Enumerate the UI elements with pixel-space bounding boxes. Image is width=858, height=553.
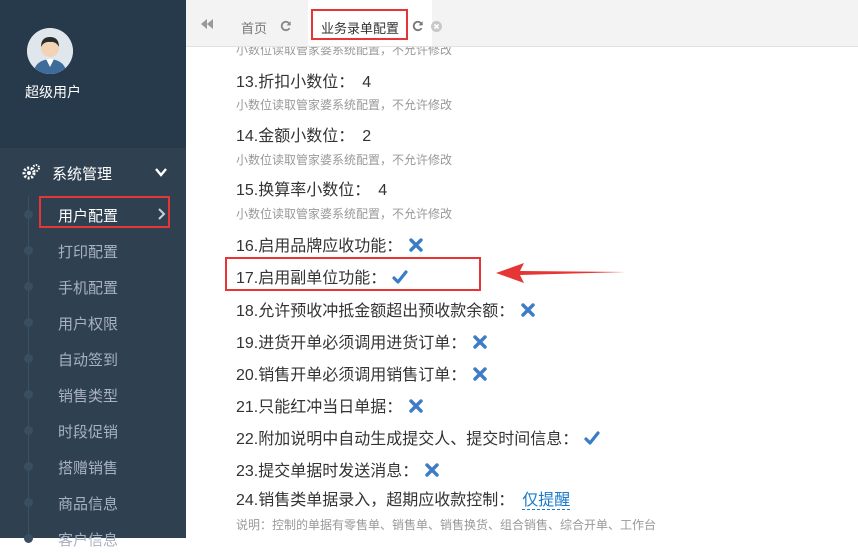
tab-bar: 首页 业务录单配置 — [186, 0, 858, 47]
sidebar-item-time-promotion[interactable]: 时段促销 — [0, 415, 186, 445]
setting-13-discount-decimals: 13.折扣小数位： 4 — [236, 68, 371, 92]
setting-label: 20.销售开单必须调用销售订单： — [236, 367, 467, 384]
setting-label: 15.换算率小数位： — [236, 182, 371, 199]
sidebar-item-auto-checkin[interactable]: 自动签到 — [0, 343, 186, 373]
sidebar-item-label: 搭赠销售 — [58, 460, 119, 477]
sidebar-item-sales-type[interactable]: 销售类型 — [0, 379, 186, 409]
setting-18-prepayment-offset: 18.允许预收冲抵金额超出预收款余额： — [236, 297, 536, 321]
setting-value: 2 — [362, 128, 372, 145]
setting-16-brand-receivable: 16.启用品牌应收功能： — [236, 232, 424, 256]
tab-home[interactable]: 首页 — [224, 0, 296, 46]
highlight-box — [39, 196, 170, 228]
menu-system-management[interactable]: 系统管理 — [0, 156, 186, 188]
tree-dot — [24, 498, 33, 507]
sidebar-item-mobile-config[interactable]: 手机配置 — [0, 271, 186, 301]
setting-label: 24.销售类单据录入，超期应收款控制： — [236, 492, 515, 509]
setting-15-conversion-decimals: 15.换算率小数位： 4 — [236, 176, 387, 200]
setting-label: 21.只能红冲当日单据： — [236, 399, 403, 416]
setting-label: 16.启用品牌应收功能： — [236, 238, 403, 255]
username: 超级用户 — [25, 84, 81, 100]
setting-value: 4 — [378, 182, 388, 199]
tree-dot — [24, 210, 33, 219]
setting-note: 小数位读取管家婆系统配置，不允许修改 — [236, 47, 453, 57]
tree-dot — [24, 426, 33, 435]
sidebar-item-user-permissions[interactable]: 用户权限 — [0, 307, 186, 337]
sidebar-item-label: 时段促销 — [58, 424, 119, 441]
cross-icon[interactable] — [520, 302, 536, 318]
cross-icon[interactable] — [408, 237, 424, 253]
tree-dot — [24, 390, 33, 399]
setting-label: 23.提交单据时发送消息： — [236, 463, 419, 480]
setting-24-overdue-receivable-control: 24.销售类单据录入，超期应收款控制： 仅提醒 — [236, 486, 571, 510]
setting-note: 小数位读取管家婆系统配置，不允许修改 — [236, 98, 453, 112]
setting-note: 说明：控制的单据有零售单、销售单、销售换货、组合销售、综合开单、工作台 — [236, 518, 657, 532]
menu-section-label: 系统管理 — [52, 166, 113, 183]
highlight-box — [311, 9, 408, 40]
sidebar-item-product-info[interactable]: 商品信息 — [0, 487, 186, 517]
tree-dot — [24, 246, 33, 255]
sidebar: 超级用户 系统管理 用户配置 打印配置 手机配置 用户权限 自动签到 销售类型 … — [0, 0, 186, 549]
check-icon[interactable] — [584, 430, 600, 446]
red-arrow-annotation — [496, 263, 626, 283]
tree-dot — [24, 462, 33, 471]
sidebar-item-customer-info[interactable]: 客户信息 — [0, 523, 186, 553]
setting-22-auto-submitter-info: 22.附加说明中自动生成提交人、提交时间信息： — [236, 425, 600, 449]
avatar[interactable] — [27, 28, 73, 74]
cross-icon[interactable] — [424, 462, 440, 478]
setting-value: 4 — [362, 74, 372, 91]
sidebar-item-print-config[interactable]: 打印配置 — [0, 235, 186, 265]
sidebar-item-label: 客户信息 — [58, 532, 119, 549]
user-profile: 超级用户 — [0, 0, 186, 148]
setting-note: 小数位读取管家婆系统配置，不允许修改 — [236, 207, 453, 221]
highlight-box — [225, 257, 481, 291]
setting-label: 19.进货开单必须调用进货订单： — [236, 335, 467, 352]
sidebar-item-label: 用户权限 — [58, 316, 119, 333]
chevron-down-icon — [155, 168, 167, 177]
cross-icon[interactable] — [472, 334, 488, 350]
tree-dot — [24, 318, 33, 327]
cross-icon[interactable] — [408, 398, 424, 414]
setting-label: 18.允许预收冲抵金额超出预收款余额： — [236, 303, 515, 320]
sidebar-item-label: 打印配置 — [58, 244, 119, 261]
setting-20-sales-order-required: 20.销售开单必须调用销售订单： — [236, 361, 488, 385]
sidebar-item-bundle-sales[interactable]: 搭赠销售 — [0, 451, 186, 481]
cross-icon[interactable] — [472, 366, 488, 382]
setting-note: 小数位读取管家婆系统配置，不允许修改 — [236, 153, 453, 167]
refresh-icon[interactable] — [412, 20, 424, 32]
setting-23-send-message: 23.提交单据时发送消息： — [236, 457, 440, 481]
sidebar-item-label: 手机配置 — [58, 280, 119, 297]
double-chevron-left-icon[interactable] — [200, 18, 214, 30]
close-icon[interactable] — [431, 21, 442, 32]
sidebar-item-label: 自动签到 — [58, 352, 119, 369]
settings-panel: 小数位读取管家婆系统配置，不允许修改 13.折扣小数位： 4 小数位读取管家婆系统… — [186, 47, 858, 538]
gears-icon — [22, 164, 40, 180]
setting-19-purchase-order-required: 19.进货开单必须调用进货订单： — [236, 329, 488, 353]
overdue-control-link[interactable]: 仅提醒 — [522, 492, 571, 510]
setting-label: 22.附加说明中自动生成提交人、提交时间信息： — [236, 431, 579, 448]
tab-label: 首页 — [241, 21, 268, 36]
sidebar-item-label: 商品信息 — [58, 496, 119, 513]
refresh-icon[interactable] — [280, 20, 292, 32]
setting-21-reverse-same-day: 21.只能红冲当日单据： — [236, 393, 424, 417]
sidebar-item-label: 销售类型 — [58, 388, 119, 405]
setting-label: 14.金额小数位： — [236, 128, 355, 145]
tree-dot — [24, 354, 33, 363]
setting-14-amount-decimals: 14.金额小数位： 2 — [236, 122, 371, 146]
tree-dot — [24, 534, 33, 543]
setting-label: 13.折扣小数位： — [236, 74, 355, 91]
tree-dot — [24, 282, 33, 291]
